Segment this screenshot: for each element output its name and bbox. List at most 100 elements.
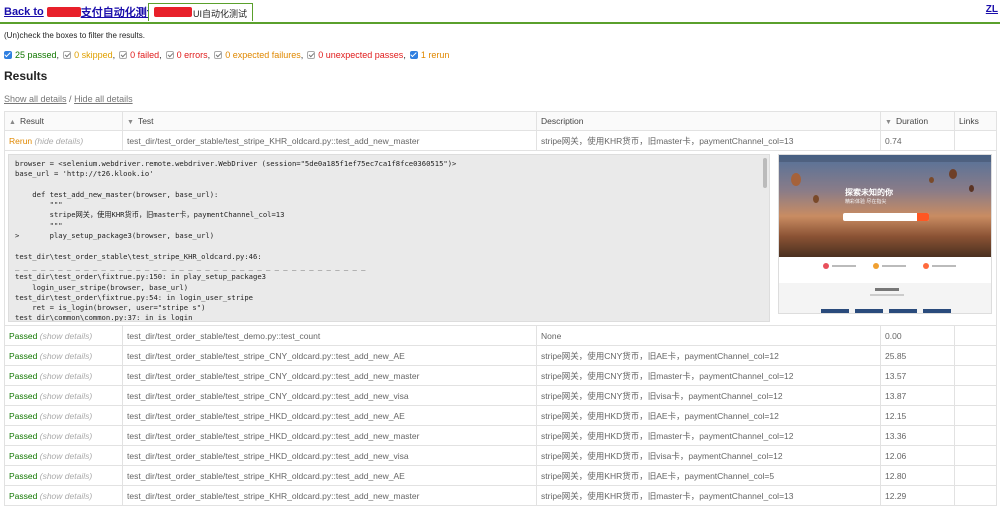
- log-panel[interactable]: browser = <selenium.webdriver.remote.web…: [8, 154, 770, 322]
- filter-label: 25 passed: [15, 50, 57, 60]
- results-table: ▲ Result ▼ Test Description ▼ Duration Link…: [4, 111, 997, 506]
- filter-item: 0 errors: [165, 50, 208, 60]
- destination-tile: [923, 309, 951, 313]
- duration-cell: 0.74: [880, 130, 955, 151]
- filter-separator: ,: [300, 50, 304, 60]
- result-status: Passed: [9, 430, 38, 441]
- links-cell: [954, 130, 997, 151]
- result-status: Passed: [9, 470, 38, 481]
- header-description[interactable]: Description: [536, 111, 881, 131]
- filter-item: 0 expected failures: [214, 50, 301, 60]
- table-row: Passed (show details) test_dir/test_order…: [4, 365, 997, 386]
- feature-text: [882, 265, 906, 267]
- filter-separator: ,: [403, 50, 406, 60]
- result-cell: Passed (show details): [4, 325, 123, 346]
- filter-label: 0 unexpected passes: [318, 50, 404, 60]
- checkbox-icon[interactable]: [119, 51, 128, 59]
- filter-separator: ,: [159, 50, 162, 60]
- links-cell: [954, 365, 997, 386]
- links-cell: [954, 445, 997, 466]
- filter-separator: ,: [56, 50, 60, 60]
- table-row: Rerun (hide details) test_dir/test_order…: [4, 130, 997, 151]
- header-test[interactable]: ▼ Test: [122, 111, 537, 131]
- description-cell: stripe网关，使用KHR货币，旧AE卡，paymentChannel_col…: [536, 465, 881, 486]
- links-cell: [954, 405, 997, 426]
- toggle-details-link[interactable]: (show details): [40, 331, 92, 341]
- show-all-details-link[interactable]: Show all details: [4, 94, 67, 104]
- table-row: Passed (show details) test_dir/test_order…: [4, 325, 997, 346]
- feature-dot: [873, 263, 879, 269]
- details-row: browser = <selenium.webdriver.remote.web…: [4, 150, 997, 326]
- toggle-details-link[interactable]: (show details): [40, 411, 92, 421]
- toggle-details-link[interactable]: (show details): [40, 491, 92, 501]
- feature-text: [932, 265, 956, 267]
- description-cell: stripe网关，使用HKD货币，旧master卡，paymentChannel…: [536, 425, 881, 446]
- filter-item: 0 skipped: [63, 50, 113, 60]
- header-result[interactable]: ▲ Result: [4, 111, 123, 131]
- filter-label: 1 rerun: [420, 50, 450, 60]
- duration-cell: 0.00: [880, 325, 955, 346]
- back-link[interactable]: Back to 支付自动化测试: [4, 4, 158, 20]
- checkbox-icon[interactable]: [63, 51, 72, 59]
- toggle-details-link[interactable]: (show details): [40, 391, 92, 401]
- filter-separator: ,: [207, 50, 211, 60]
- feature-dot: [923, 263, 929, 269]
- filter-separator: ,: [112, 50, 116, 60]
- header-links-label: Links: [959, 116, 979, 126]
- test-cell: test_dir/test_order_stable/test_stripe_H…: [122, 425, 537, 446]
- filter-item: 25 passed: [4, 50, 57, 60]
- screenshot-title: 探索未知的你: [845, 188, 893, 197]
- details-separator: /: [66, 94, 75, 104]
- screenshot-hero: [779, 155, 991, 257]
- checkbox-icon[interactable]: [307, 51, 316, 59]
- failure-screenshot[interactable]: 探索未知的你 精彩体验 尽在指尖: [778, 154, 992, 314]
- toggle-details-link[interactable]: (show details): [40, 451, 92, 461]
- links-cell: [954, 485, 997, 506]
- section-subtitle: [870, 294, 904, 296]
- test-cell: test_dir/test_order_stable/test_stripe_C…: [122, 365, 537, 386]
- filter-label: 0 failed: [130, 50, 160, 60]
- links-cell: [954, 465, 997, 486]
- balloon-shape: [929, 177, 934, 183]
- result-cell: Passed (show details): [4, 385, 123, 406]
- tab-ui-test[interactable]: UI自动化测试: [148, 3, 254, 21]
- description-cell: stripe网关，使用CNY货币，旧visa卡，paymentChannel_c…: [536, 385, 881, 406]
- balloon-shape: [791, 173, 801, 186]
- redaction-block: [46, 7, 81, 17]
- log-scrollbar[interactable]: [763, 158, 767, 188]
- screenshot-nav: [779, 155, 991, 162]
- test-cell: test_dir/test_order_stable/test_stripe_K…: [122, 485, 537, 506]
- header-duration[interactable]: ▼ Duration: [880, 111, 955, 131]
- result-status: Passed: [9, 390, 38, 401]
- links-cell: [954, 345, 997, 366]
- result-status: Passed: [9, 330, 38, 341]
- result-cell: Passed (show details): [4, 345, 123, 366]
- hide-all-details-link[interactable]: Hide all details: [74, 94, 133, 104]
- result-cell: Passed (show details): [4, 485, 123, 506]
- toggle-details-link[interactable]: (hide details): [35, 136, 84, 146]
- result-cell: Rerun (hide details): [4, 130, 123, 151]
- result-cell: Passed (show details): [4, 445, 123, 466]
- toggle-details-link[interactable]: (show details): [40, 351, 92, 361]
- destination-tile: [889, 309, 917, 313]
- toggle-details-link[interactable]: (show details): [40, 431, 92, 441]
- screenshot-subtitle: 精彩体验 尽在指尖: [845, 199, 887, 205]
- top-right-link[interactable]: ZL: [986, 4, 998, 15]
- screenshot-feature-strip: [779, 257, 991, 283]
- result-cell: Passed (show details): [4, 465, 123, 486]
- result-status: Passed: [9, 350, 38, 361]
- duration-cell: 12.15: [880, 405, 955, 426]
- toggle-details-link[interactable]: (show details): [40, 371, 92, 381]
- description-cell: stripe网关，使用KHR货币，旧master卡，paymentChannel…: [536, 130, 881, 151]
- table-row: Passed (show details) test_dir/test_order…: [4, 425, 997, 446]
- description-cell: stripe网关，使用CNY货币，旧master卡，paymentChannel…: [536, 365, 881, 386]
- checkbox-icon[interactable]: [4, 51, 12, 59]
- checkbox-icon[interactable]: [214, 51, 223, 59]
- back-link-prefix: Back to: [4, 6, 44, 18]
- result-status: Passed: [9, 450, 38, 461]
- toggle-details-link[interactable]: (show details): [40, 471, 92, 481]
- checkbox-icon[interactable]: [409, 51, 418, 59]
- details-links: Show all details / Hide all details: [4, 94, 133, 104]
- checkbox-icon[interactable]: [165, 51, 174, 59]
- duration-cell: 13.57: [880, 365, 955, 386]
